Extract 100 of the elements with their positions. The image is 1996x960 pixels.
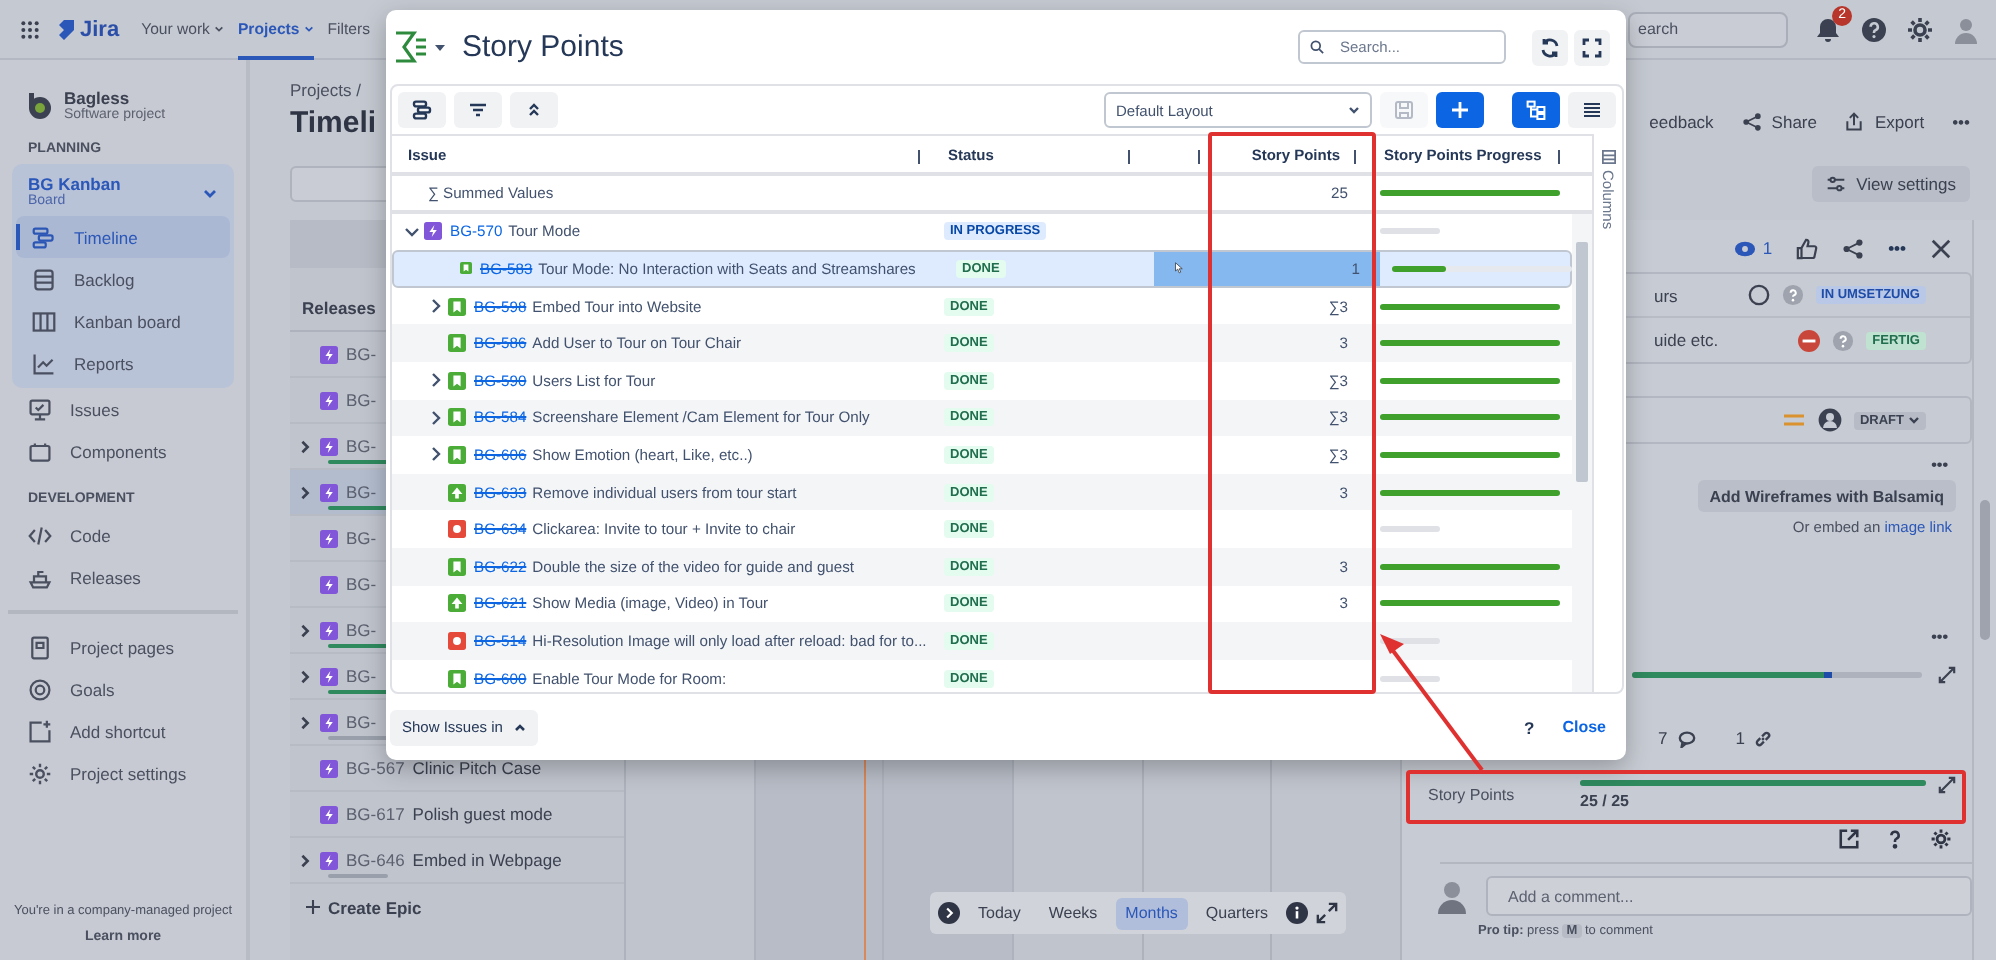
share-icon[interactable]: [1842, 237, 1865, 259]
chevron-right-icon[interactable]: [428, 372, 444, 389]
timeline-row[interactable]: BG-617 Polish guest mode: [290, 792, 624, 838]
structure-button[interactable]: [398, 92, 446, 128]
action-button[interactable]: eedback: [1649, 112, 1714, 132]
watchers-button[interactable]: 1: [1734, 237, 1773, 259]
add-wireframes-button[interactable]: Add Wireframes with Balsamiq: [1697, 480, 1956, 512]
chevron-right-icon[interactable]: [428, 298, 444, 315]
more-button[interactable]: •••: [1931, 456, 1948, 474]
child-issue-summary[interactable]: urs: [1654, 285, 1748, 305]
app-grid-icon[interactable]: [20, 19, 40, 39]
sidebar-item[interactable]: Goals: [12, 668, 234, 710]
list-view-button[interactable]: [1568, 92, 1616, 128]
issue-key: BG-: [346, 436, 377, 456]
progress-track: [1380, 526, 1440, 533]
filter-button[interactable]: [454, 92, 502, 128]
tree-view-button[interactable]: [1512, 92, 1560, 128]
expand-icon[interactable]: [1938, 665, 1956, 683]
sidebar-item[interactable]: Backlog: [16, 258, 230, 300]
code-icon: [28, 523, 52, 547]
chevron-right-icon[interactable]: [298, 853, 312, 867]
sidebar-item[interactable]: Timeline: [16, 216, 230, 258]
jira-logo[interactable]: Jira: [54, 17, 120, 41]
board-icon: [32, 309, 56, 333]
chevron-up-icon: [514, 721, 527, 733]
add-button[interactable]: [1436, 92, 1484, 128]
monitor-icon: [28, 397, 52, 421]
settings-icon: [28, 761, 52, 785]
issue-key: BG-567: [346, 758, 405, 778]
sidebar-item[interactable]: Project settings: [12, 752, 234, 794]
chevron-down-icon[interactable]: [202, 186, 218, 202]
zoom-option[interactable]: Weeks: [1038, 897, 1108, 929]
caret-icon[interactable]: [434, 41, 446, 53]
bell-icon[interactable]: [1814, 15, 1842, 43]
action-button[interactable]: •••: [1952, 112, 1970, 132]
sidebar-item[interactable]: Releases: [12, 556, 234, 598]
chevron-right-icon[interactable]: [298, 669, 312, 683]
child-issue-summary[interactable]: uide etc.: [1654, 330, 1799, 350]
fullscreen-button[interactable]: [1574, 29, 1610, 65]
sidebar-item[interactable]: Code: [12, 514, 234, 556]
action-button[interactable]: Export: [1844, 112, 1925, 132]
hand-cursor-icon: [1174, 262, 1186, 275]
comment-field[interactable]: Add a comment...: [1486, 876, 1972, 916]
page-icon: [28, 635, 52, 659]
expand-icon[interactable]: [1316, 902, 1339, 924]
page-title: Timeli: [290, 105, 377, 139]
chevron-right-icon[interactable]: [428, 409, 444, 426]
thumbs-up-icon[interactable]: [1796, 237, 1819, 259]
sidebar-item[interactable]: Reports: [16, 342, 230, 384]
chevron-down-icon: [1348, 104, 1360, 116]
double-chevron-up-icon: [524, 100, 544, 120]
fullscreen-icon: [1582, 37, 1602, 57]
scrollbar[interactable]: [1972, 220, 1996, 960]
search-icon: [1310, 40, 1324, 54]
dialog-title: Story Points: [462, 30, 624, 64]
close-icon[interactable]: [1930, 237, 1952, 259]
chevron-right-icon[interactable]: [298, 439, 312, 453]
column-header: Releases: [302, 298, 376, 318]
board-name[interactable]: BG Kanban: [28, 174, 121, 194]
zoom-option[interactable]: Quarters: [1195, 897, 1279, 929]
expand-icon[interactable]: [1938, 776, 1956, 794]
chevron-right-icon[interactable]: [298, 715, 312, 729]
save-icon: [1394, 100, 1414, 120]
help-icon[interactable]: [1884, 828, 1906, 850]
external-link-icon[interactable]: [1838, 828, 1860, 850]
eye-icon: [1734, 237, 1757, 259]
refresh-button[interactable]: [1532, 29, 1568, 65]
view-settings-button[interactable]: View settings: [1812, 166, 1970, 202]
more-button[interactable]: •••: [1888, 238, 1906, 258]
progress-track: [1380, 675, 1440, 682]
play-icon[interactable]: [938, 902, 960, 924]
chevron-down-icon[interactable]: [404, 223, 420, 240]
help-button[interactable]: ?: [1524, 717, 1535, 737]
issue-key: BG-: [346, 390, 377, 410]
zoom-option[interactable]: Today: [968, 897, 1031, 929]
sidebar-item[interactable]: Components: [12, 430, 234, 472]
settings-icon[interactable]: [1930, 828, 1952, 850]
close-link[interactable]: Close: [1562, 718, 1606, 736]
info-icon[interactable]: [1286, 902, 1309, 924]
collapse-button[interactable]: [510, 92, 558, 128]
more-button[interactable]: •••: [1931, 628, 1948, 646]
target-icon: [28, 677, 52, 701]
sidebar-item[interactable]: Kanban board: [16, 300, 230, 342]
settings-icon[interactable]: [1906, 15, 1934, 43]
help-icon[interactable]: [1860, 15, 1888, 43]
sidebar-item[interactable]: Issues: [12, 388, 234, 430]
chevron-right-icon[interactable]: [428, 446, 444, 463]
issue-summary: Embed in Webpage: [412, 850, 562, 870]
share-icon: [1741, 112, 1762, 132]
timeline-row[interactable]: BG-646 Embed in Webpage: [290, 838, 624, 884]
chevron-right-icon[interactable]: [298, 485, 312, 499]
zoom-option[interactable]: Months: [1115, 897, 1188, 929]
filter-icon: [468, 100, 488, 120]
sidebar-item[interactable]: Add shortcut: [12, 710, 234, 752]
search-field[interactable]: earch: [1628, 11, 1788, 47]
scrollbar[interactable]: [1572, 213, 1592, 692]
chevron-right-icon[interactable]: [298, 623, 312, 637]
action-button[interactable]: Share: [1741, 112, 1817, 132]
caret-icon: [1908, 414, 1920, 426]
sidebar-item[interactable]: Project pages: [12, 626, 234, 668]
